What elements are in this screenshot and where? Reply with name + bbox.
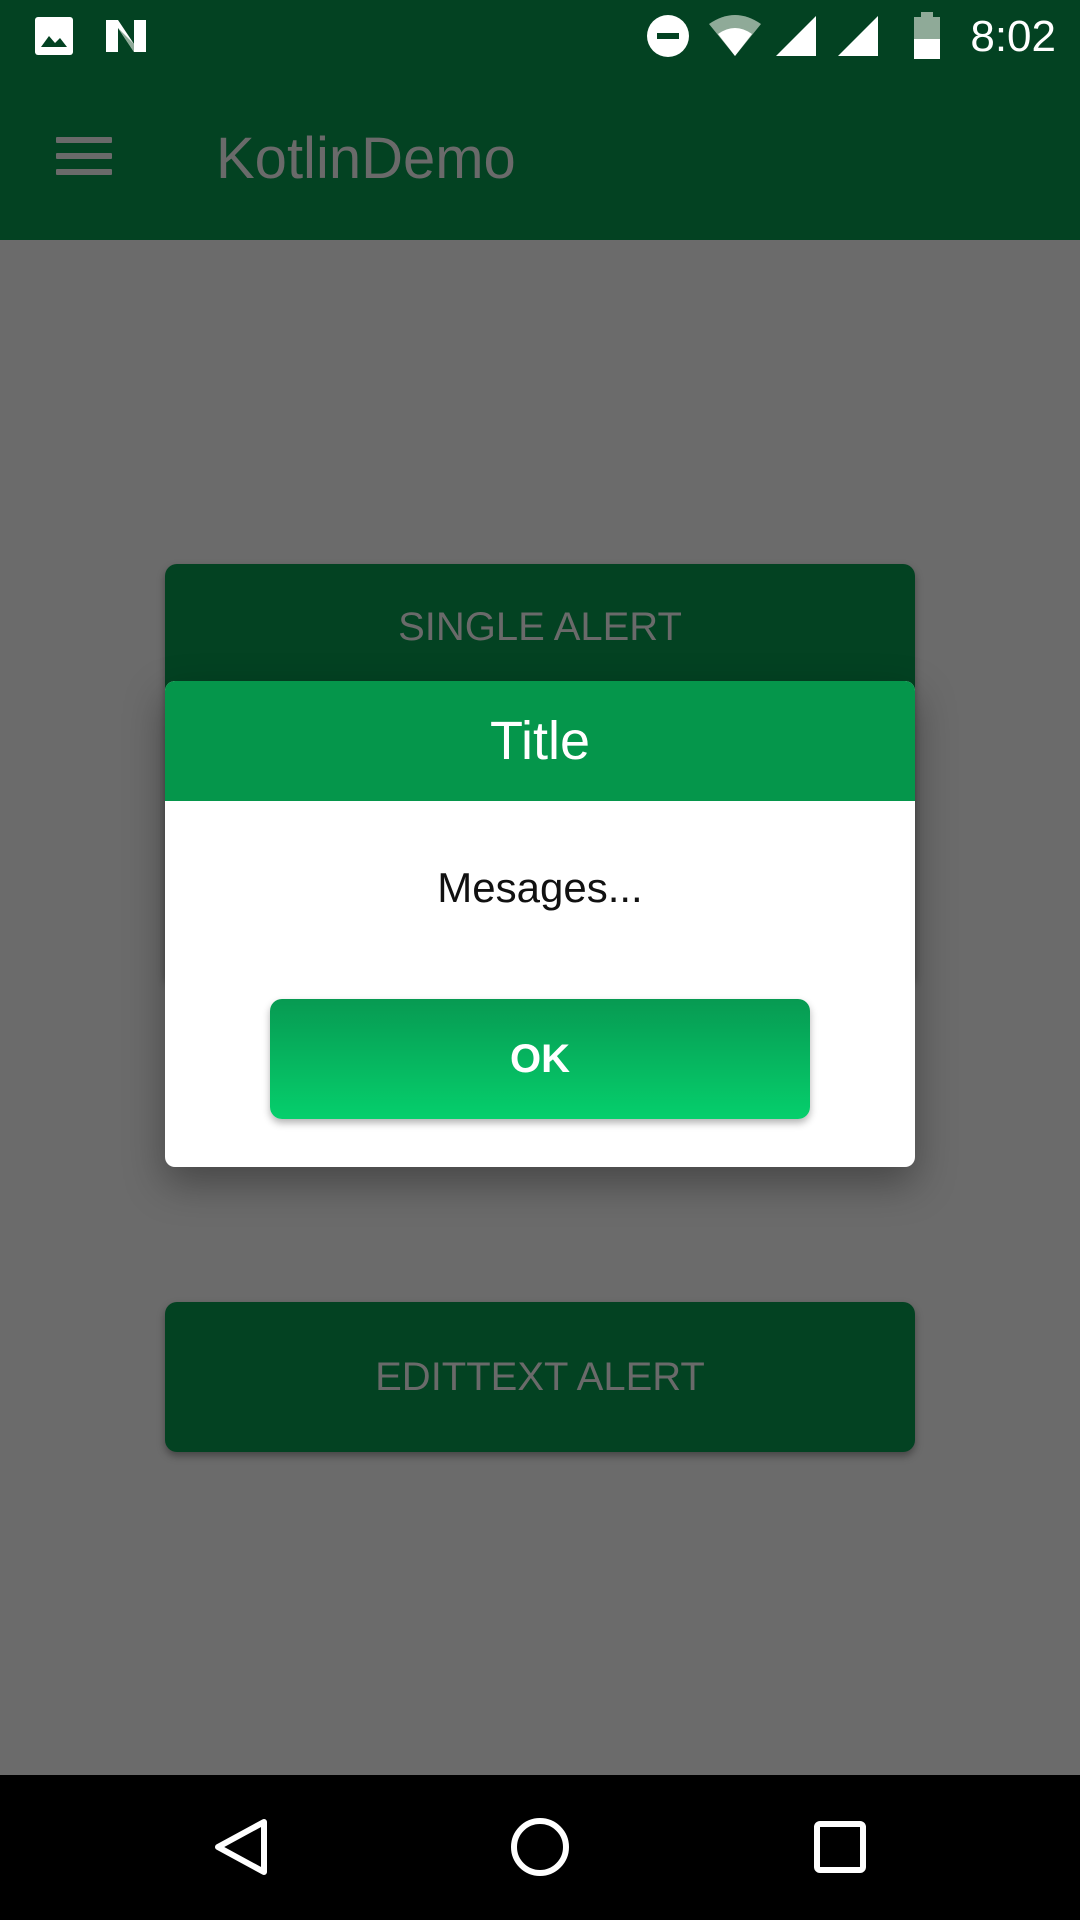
alert-dialog: Title Mesages... OK bbox=[165, 681, 915, 1167]
hamburger-menu-icon[interactable] bbox=[40, 113, 128, 201]
n-logo-icon bbox=[106, 20, 146, 52]
battery-icon bbox=[914, 12, 940, 59]
ok-button[interactable]: OK bbox=[270, 999, 810, 1119]
cell-signal-icon bbox=[838, 16, 878, 56]
back-icon[interactable] bbox=[186, 1792, 296, 1902]
clock: 8:02 bbox=[970, 12, 1056, 61]
cell-signal-icon bbox=[776, 16, 816, 56]
do-not-disturb-icon bbox=[647, 15, 689, 57]
app-title: KotlinDemo bbox=[216, 126, 516, 191]
dialog-title: Title bbox=[165, 681, 915, 801]
navigation-bar bbox=[0, 1775, 1080, 1920]
app-bar: KotlinDemo bbox=[0, 73, 1080, 240]
recents-icon[interactable] bbox=[785, 1792, 895, 1902]
home-icon[interactable] bbox=[485, 1792, 595, 1902]
status-bar: 8:02 bbox=[0, 0, 1080, 73]
single-alert-label: SINGLE ALERT bbox=[398, 605, 682, 649]
image-icon bbox=[35, 17, 73, 55]
edittext-alert-button[interactable]: EDITTEXT ALERT bbox=[165, 1302, 915, 1452]
wifi-icon bbox=[709, 15, 761, 56]
dialog-message: Mesages... bbox=[437, 864, 643, 911]
